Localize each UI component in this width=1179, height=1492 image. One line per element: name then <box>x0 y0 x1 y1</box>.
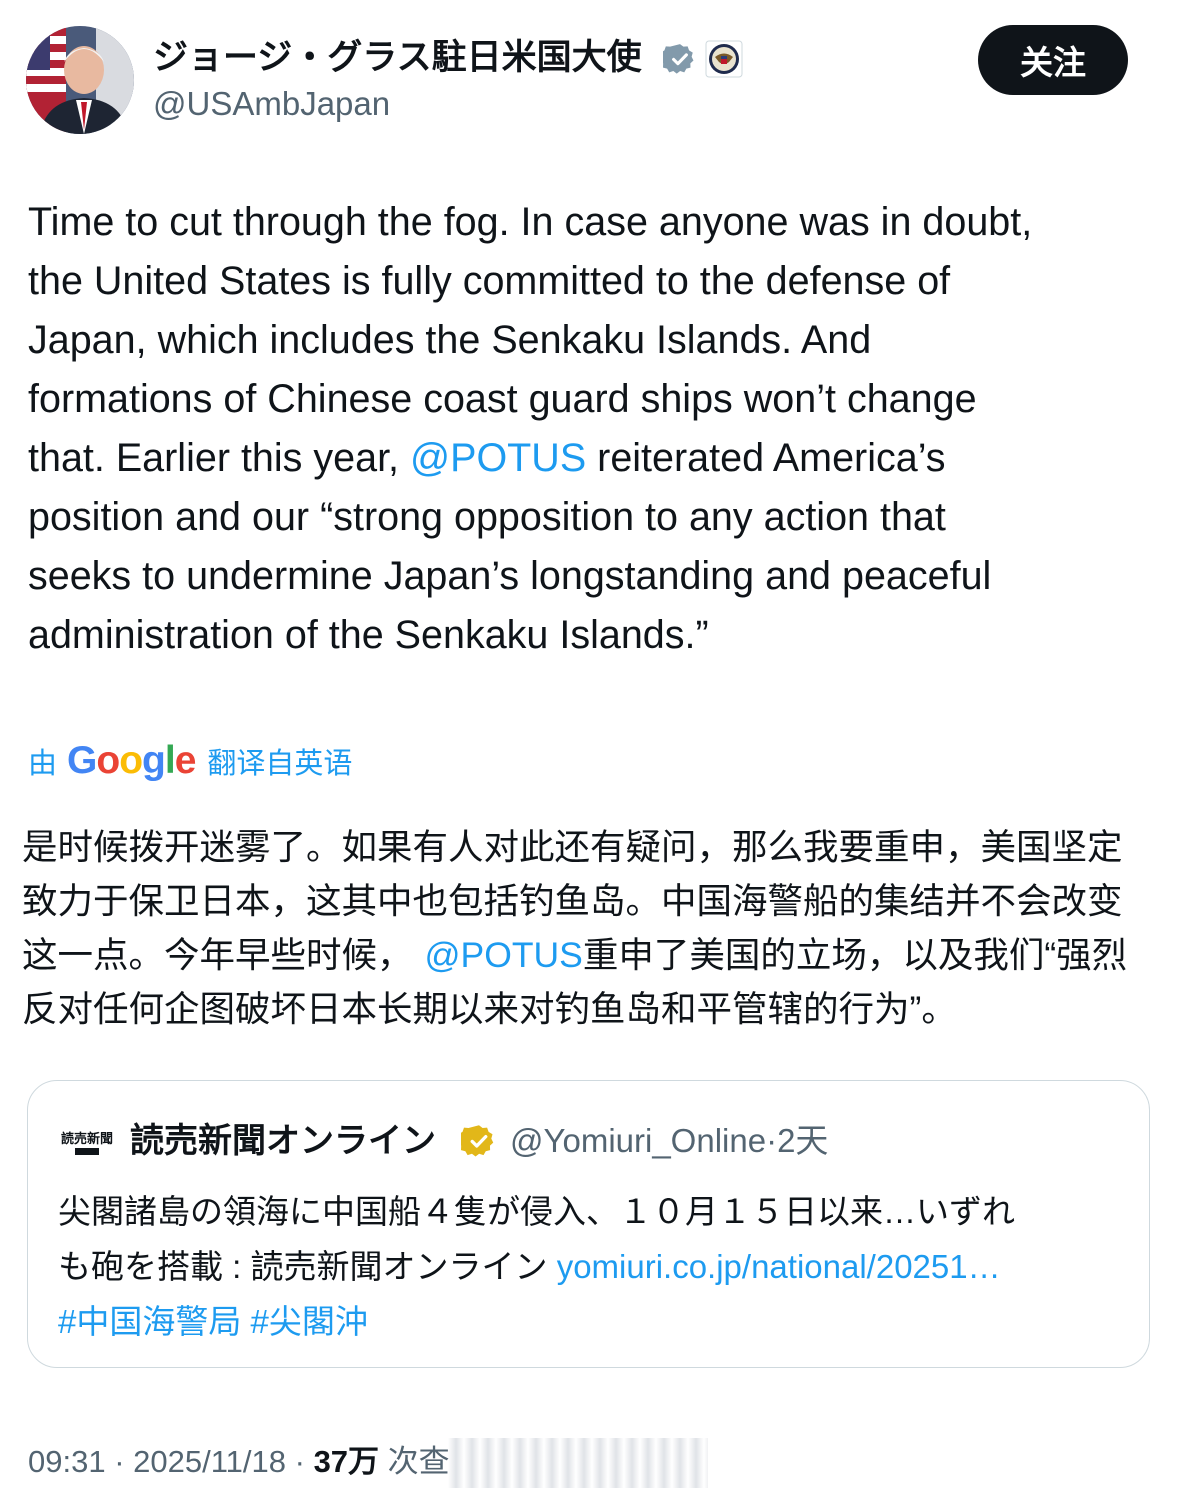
verified-badge-icon <box>660 42 697 76</box>
translated-line: 是时候拨开迷雾了。如果有人对此还有疑问，那么我要重申，美国坚定 <box>22 827 1123 867</box>
tweet-line: Time to cut through the fog. In case any… <box>28 200 1033 244</box>
quoted-line-text: も砲を搭載 : 読売新聞オンライン <box>58 1248 557 1285</box>
verified-gold-badge-icon <box>457 1123 497 1159</box>
tweet-line-text: that. Earlier this year, <box>28 436 411 480</box>
us-state-department-seal-icon <box>705 40 743 78</box>
translated-text: 是时候拨开迷雾了。如果有人对此还有疑问，那么我要重申，美国坚定 致力于保卫日本，… <box>22 820 1157 1036</box>
tweet-date[interactable]: 2025/11/18 <box>133 1444 286 1479</box>
tweet-line: formations of Chinese coast guard ships … <box>28 377 977 421</box>
follow-button[interactable]: 关注 <box>978 25 1128 95</box>
quoted-tweet-meta: @Yomiuri_Online·2天 <box>510 1120 828 1162</box>
yomiuri-logo-text: 読売新聞 <box>61 1131 113 1147</box>
tweet-time[interactable]: 09:31 <box>28 1444 106 1479</box>
watermark-blur <box>448 1438 708 1488</box>
translated-line: 致力于保卫日本，这其中也包括钓鱼岛。中国海警船的集结并不会改变 <box>22 881 1123 921</box>
quoted-line: 尖閣諸島の領海に中国船４隻が侵入、１０月１５日以来…いずれ <box>58 1193 1015 1230</box>
tweet-line: that. Earlier this year, @POTUS reiterat… <box>28 429 1158 488</box>
tweet-line: the United States is fully committed to … <box>28 259 951 303</box>
tweet-text: Time to cut through the fog. In case any… <box>28 193 1158 665</box>
quoted-author-name[interactable]: 読売新聞オンライン <box>130 1120 436 1162</box>
quoted-author-avatar[interactable]: 読売新聞 <box>58 1128 116 1158</box>
quoted-author-handle[interactable]: @Yomiuri_Online <box>510 1122 766 1159</box>
google-logo: Google <box>67 739 196 782</box>
author-display-name[interactable]: ジョージ・グラス駐日米国大使 <box>153 36 642 80</box>
view-count-label: 次查 <box>379 1444 450 1479</box>
translated-from-label: 翻译自英语 <box>207 748 353 780</box>
quoted-line: も砲を搭載 : 読売新聞オンライン yomiuri.co.jp/national… <box>58 1239 1128 1294</box>
footer-separator: · <box>105 1444 134 1479</box>
avatar-photo <box>26 26 134 134</box>
hashtag-link[interactable]: #中国海警局 <box>58 1303 241 1340</box>
tweet-footer: 09:31 · 2025/11/18 · 37万 次查 <box>28 1442 450 1482</box>
view-count: 37万 <box>313 1444 380 1479</box>
hashtag-link[interactable]: #尖閣沖 <box>251 1303 368 1340</box>
tweet-line: seeks to undermine Japan’s longstanding … <box>28 554 992 598</box>
tweet-line: position and our “strong opposition to a… <box>28 495 946 539</box>
tweet-line-text: reiterated America’s <box>586 436 946 480</box>
tweet-line: Japan, which includes the Senkaku Island… <box>28 318 872 362</box>
translated-line-text: 重申了美国的立场，以及我们“强烈 <box>582 935 1128 975</box>
author-handle[interactable]: @USAmbJapan <box>153 84 390 124</box>
hashtag-line: #中国海警局 #尖閣沖 <box>58 1294 1128 1349</box>
tweet-line: administration of the Senkaku Islands.” <box>28 613 709 657</box>
meta-separator: · <box>766 1122 778 1159</box>
article-link[interactable]: yomiuri.co.jp/national/20251… <box>557 1248 1001 1285</box>
quoted-tweet-time[interactable]: 2天 <box>777 1122 828 1159</box>
translated-line: 反对任何企图破坏日本长期以来对钓鱼岛和平管辖的行为”。 <box>22 989 957 1029</box>
mention-link[interactable]: @POTUS <box>425 935 583 975</box>
footer-separator: · <box>286 1444 314 1479</box>
quoted-tweet-text: 尖閣諸島の領海に中国船４隻が侵入、１０月１５日以来…いずれ も砲を搭載 : 読売… <box>58 1184 1128 1349</box>
avatar[interactable] <box>26 26 134 134</box>
translated-line-text: 这一点。今年早些时候， <box>22 935 413 975</box>
translation-attribution[interactable]: 由 Google 翻译自英语 <box>28 736 352 786</box>
translated-by-label: 由 <box>28 748 58 780</box>
mention-link[interactable]: @POTUS <box>410 436 586 480</box>
translated-line: 这一点。今年早些时候， @POTUS重申了美国的立场，以及我们“强烈 <box>22 928 1157 982</box>
